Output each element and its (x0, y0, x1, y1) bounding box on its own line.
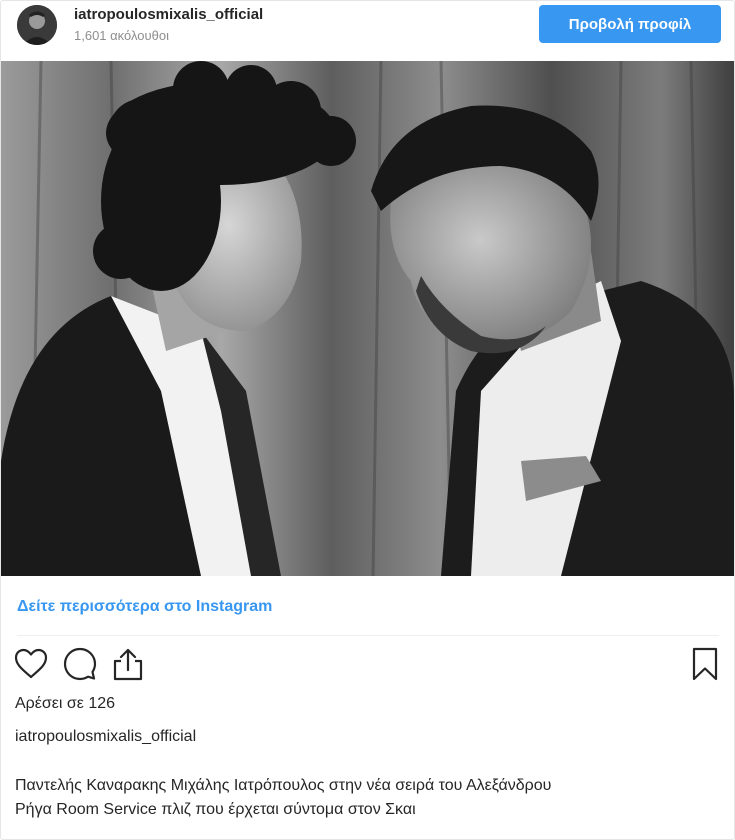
heart-icon (14, 648, 48, 679)
avatar-photo (17, 5, 57, 45)
post-header: iatropoulosmixalis_official 1,601 ακόλου… (1, 1, 734, 59)
like-count[interactable]: Αρέσει σε 126 (15, 695, 115, 713)
caption-username[interactable]: iatropoulosmixalis_official (15, 728, 196, 746)
follower-count: 1,601 ακόλουθοι (74, 28, 169, 43)
profile-username[interactable]: iatropoulosmixalis_official (74, 6, 263, 23)
post-photo[interactable] (1, 61, 734, 576)
share-button[interactable] (110, 646, 146, 682)
view-profile-button[interactable]: Προβολή προφίλ (539, 5, 721, 43)
comment-bubble-icon (63, 647, 97, 681)
save-button[interactable] (687, 646, 723, 682)
divider (17, 635, 719, 636)
post-image (1, 61, 734, 576)
share-upload-icon (113, 648, 143, 681)
caption-line: Παντελής Καναρακης Μιχάλης Ιατρόπουλος σ… (15, 777, 552, 794)
see-more-on-instagram-link[interactable]: Δείτε περισσότερα στο Instagram (17, 598, 272, 616)
avatar[interactable] (17, 5, 57, 45)
like-button[interactable] (13, 646, 49, 682)
caption-line: Ρήγα Room Service πλιζ που έρχεται σύντο… (15, 801, 416, 818)
instagram-embed-card: iatropoulosmixalis_official 1,601 ακόλου… (0, 0, 735, 840)
bookmark-icon (692, 647, 718, 681)
post-caption: Παντελής Καναρακης Μιχάλης Ιατρόπουλος σ… (15, 774, 715, 822)
comment-button[interactable] (62, 646, 98, 682)
